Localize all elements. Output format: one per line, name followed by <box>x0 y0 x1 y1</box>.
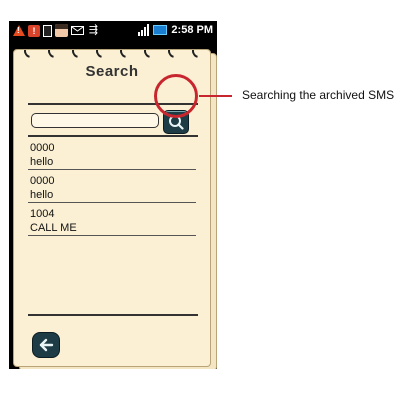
list-divider <box>28 202 196 203</box>
list-item[interactable]: 0000 hello <box>30 174 196 202</box>
callout-line <box>199 95 232 97</box>
mascot-decoration <box>34 366 175 367</box>
message-text: hello <box>30 156 54 168</box>
highlight-circle <box>154 74 198 118</box>
warning-icon <box>13 25 25 36</box>
sd-card-icon <box>43 24 52 37</box>
spiral-binding <box>21 50 209 61</box>
list-divider <box>28 235 196 236</box>
back-button[interactable] <box>32 332 60 358</box>
list-divider <box>28 169 196 170</box>
back-arrow-icon <box>39 338 54 352</box>
callout-label: Searching the archived SMS <box>242 88 395 102</box>
phone-screen: ! ⇶ 2:58 PM Search <box>9 21 217 369</box>
message-number: 0000 <box>30 175 55 187</box>
search-input[interactable] <box>31 113 159 128</box>
status-bar: ! ⇶ 2:58 PM <box>9 21 217 42</box>
message-number: 0000 <box>30 142 55 154</box>
message-number: 1004 <box>30 208 55 220</box>
usb-icon: ⇶ <box>88 24 99 36</box>
signal-icon <box>138 23 150 36</box>
message-text: hello <box>30 189 54 201</box>
search-divider <box>28 135 198 137</box>
contact-photo-icon <box>55 24 68 37</box>
battery-icon <box>153 24 168 35</box>
notification-icon: ! <box>28 24 40 37</box>
list-item[interactable]: 0000 hello <box>30 141 196 169</box>
email-icon <box>71 26 84 35</box>
list-item[interactable]: 1004 CALL ME <box>30 207 196 235</box>
status-time: 2:58 PM <box>171 23 213 36</box>
bottom-divider <box>28 314 198 316</box>
message-text: CALL ME <box>30 222 77 234</box>
